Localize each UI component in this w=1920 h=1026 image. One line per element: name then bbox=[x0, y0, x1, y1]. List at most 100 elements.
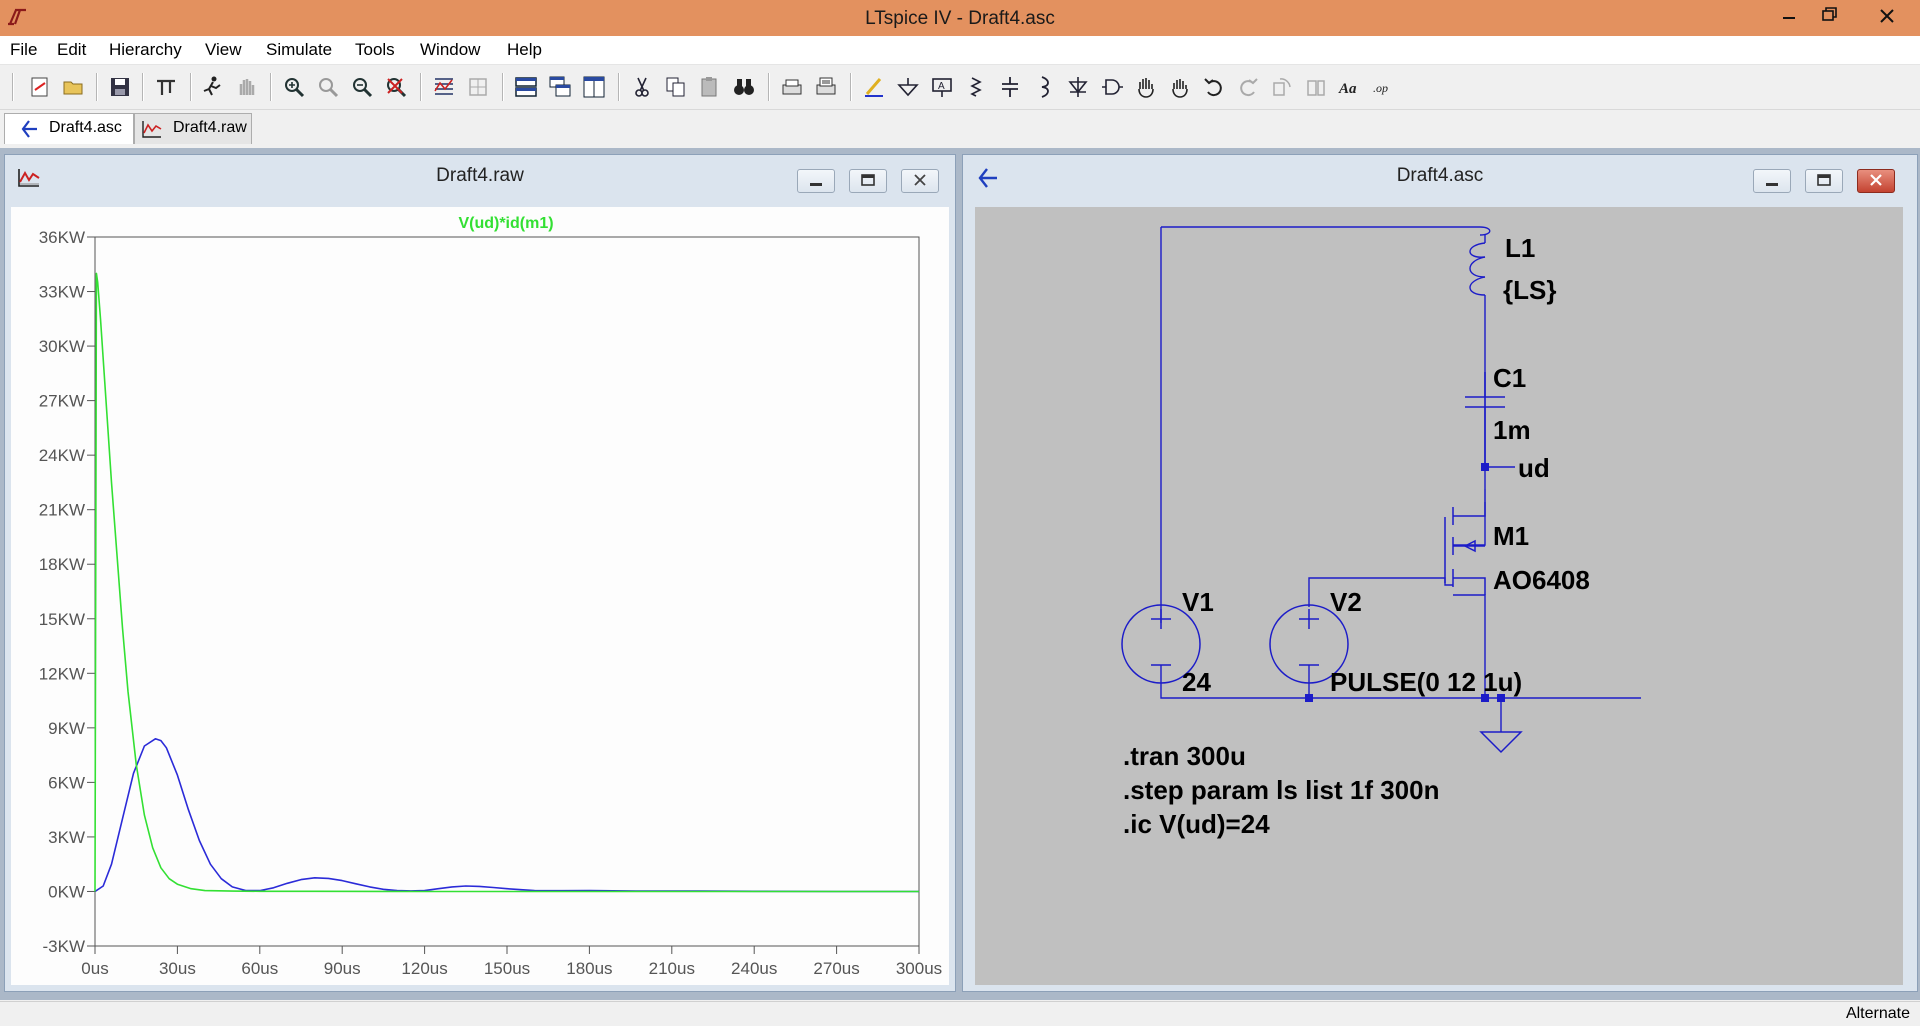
x-tick-label: 120us bbox=[401, 959, 447, 978]
schematic-canvas[interactable]: L1 {LS} C1 1m ud M1 AO6408 V1 24 V2 PULS… bbox=[975, 207, 1903, 985]
grid-icon[interactable] bbox=[466, 75, 490, 99]
M1-name[interactable]: M1 bbox=[1493, 521, 1529, 551]
L1-value[interactable]: {LS} bbox=[1503, 275, 1556, 305]
schematic-drawing[interactable]: L1 {LS} C1 1m ud M1 AO6408 V1 24 V2 PULS… bbox=[975, 207, 1903, 985]
x-tick-label: 30us bbox=[159, 959, 196, 978]
V2-name[interactable]: V2 bbox=[1330, 587, 1362, 617]
trace-blue[interactable] bbox=[94, 737, 919, 893]
V2-value[interactable]: PULSE(0 12 1u) bbox=[1330, 667, 1522, 697]
component-icon[interactable] bbox=[1100, 75, 1124, 99]
menu-file[interactable]: File bbox=[10, 40, 37, 60]
ground-symbol[interactable] bbox=[1479, 731, 1523, 754]
open-folder-icon[interactable] bbox=[62, 75, 86, 99]
waveform-minimize-button[interactable] bbox=[797, 169, 835, 193]
x-tick-label: 60us bbox=[241, 959, 278, 978]
new-schematic-icon[interactable] bbox=[28, 75, 52, 99]
waveform-plot[interactable]: -3KW 0KW 3KW 6KW 9KW 12KW 15KW 18KW 21KW 24KW 27KW… bbox=[11, 207, 949, 985]
schematic-close-button[interactable] bbox=[1857, 169, 1895, 193]
halt-hand-icon[interactable] bbox=[234, 75, 258, 99]
drag-hand-icon[interactable] bbox=[1168, 75, 1192, 99]
tab-label: Draft4.raw bbox=[173, 119, 247, 136]
cut-icon[interactable] bbox=[630, 75, 654, 99]
redo-icon[interactable] bbox=[1236, 75, 1260, 99]
minimize-icon bbox=[1766, 183, 1778, 186]
copy-icon[interactable] bbox=[664, 75, 688, 99]
plot-frame bbox=[94, 236, 920, 947]
menu-view[interactable]: View bbox=[205, 40, 242, 60]
menu-hierarchy[interactable]: Hierarchy bbox=[109, 40, 182, 60]
inductor-icon[interactable] bbox=[1032, 75, 1056, 99]
find-binoculars-icon[interactable] bbox=[732, 75, 756, 99]
waveform-chart[interactable]: -3KW 0KW 3KW 6KW 9KW 12KW 15KW 18KW 21KW 24KW 27KW… bbox=[11, 207, 949, 985]
menu-help[interactable]: Help bbox=[507, 40, 542, 60]
V1-name[interactable]: V1 bbox=[1182, 587, 1214, 617]
schematic-window[interactable]: Draft4.asc L1 {LS} C1 1m ud M1 AO6408 V1… bbox=[962, 154, 1918, 992]
restore-button[interactable] bbox=[1806, 0, 1850, 32]
control-panel-icon[interactable] bbox=[154, 75, 178, 99]
print-setup-icon[interactable] bbox=[780, 75, 804, 99]
directive-step[interactable]: .step param ls list 1f 300n bbox=[1123, 775, 1439, 805]
minimize-icon bbox=[810, 183, 822, 186]
menu-tools[interactable]: Tools bbox=[355, 40, 395, 60]
mirror-icon[interactable] bbox=[1304, 75, 1328, 99]
directive-tran[interactable]: .tran 300u bbox=[1123, 741, 1246, 771]
menu-edit[interactable]: Edit bbox=[57, 40, 86, 60]
wires[interactable] bbox=[1160, 226, 1641, 732]
zoom-in-icon[interactable] bbox=[282, 75, 306, 99]
move-hand-icon[interactable] bbox=[1134, 75, 1158, 99]
cascade-icon[interactable] bbox=[548, 75, 572, 99]
directive-ic[interactable]: .ic V(ud)=24 bbox=[1123, 809, 1270, 839]
waveform-window[interactable]: Draft4.raw -3KW 0KW 3KW 6KW 9KW 12KW 15KW 18KW 2… bbox=[4, 154, 956, 992]
tab-draft4-asc[interactable]: Draft4.asc bbox=[4, 113, 134, 144]
y-tick-label: 12KW bbox=[39, 664, 85, 683]
L1-name[interactable]: L1 bbox=[1505, 233, 1535, 263]
C1-name[interactable]: C1 bbox=[1493, 363, 1526, 393]
y-tick-label: 24KW bbox=[39, 446, 85, 465]
trace-green[interactable] bbox=[94, 272, 919, 893]
M1-value[interactable]: AO6408 bbox=[1493, 565, 1590, 595]
tile-vertical-icon[interactable] bbox=[582, 75, 606, 99]
menu-window[interactable]: Window bbox=[420, 40, 480, 60]
minimize-button[interactable] bbox=[1766, 0, 1810, 32]
zoom-fit-icon[interactable] bbox=[384, 75, 408, 99]
waveform-maximize-button[interactable] bbox=[849, 169, 887, 193]
capacitor-icon[interactable] bbox=[998, 75, 1022, 99]
waveform-close-button[interactable] bbox=[901, 169, 939, 193]
label-net-icon[interactable]: A bbox=[930, 75, 954, 99]
y-tick-label: 3KW bbox=[48, 828, 85, 847]
inductor-L1[interactable] bbox=[1469, 235, 1486, 307]
net-label-ud[interactable]: ud bbox=[1518, 453, 1550, 483]
print-icon[interactable] bbox=[814, 75, 838, 99]
text-icon[interactable]: Aa bbox=[1338, 75, 1362, 99]
schematic-maximize-button[interactable] bbox=[1805, 169, 1843, 193]
trace-label[interactable]: V(ud)*id(m1) bbox=[458, 215, 553, 232]
autorange-icon[interactable] bbox=[432, 75, 456, 99]
document-tab-bar: Draft4.asc Draft4.raw bbox=[0, 110, 1920, 146]
close-icon bbox=[914, 174, 926, 186]
paste-icon[interactable] bbox=[698, 75, 722, 99]
ground-icon[interactable] bbox=[896, 75, 920, 99]
rotate-icon[interactable] bbox=[1270, 75, 1294, 99]
y-tick-label: 15KW bbox=[39, 610, 85, 629]
y-tick-label: 30KW bbox=[39, 337, 85, 356]
tile-horizontal-icon[interactable] bbox=[514, 75, 538, 99]
junction-dot bbox=[1481, 463, 1489, 471]
spice-directive-icon[interactable]: .op bbox=[1372, 75, 1396, 99]
mosfet-M1[interactable] bbox=[1444, 489, 1486, 595]
V1-value[interactable]: 24 bbox=[1182, 667, 1211, 697]
title-bar: LTspice IV - Draft4.asc bbox=[0, 0, 1920, 36]
close-button[interactable] bbox=[1858, 0, 1916, 32]
undo-icon[interactable] bbox=[1202, 75, 1226, 99]
zoom-out-icon[interactable] bbox=[350, 75, 374, 99]
tab-draft4-raw[interactable]: Draft4.raw bbox=[134, 113, 252, 144]
save-icon[interactable] bbox=[108, 75, 132, 99]
toolbar: A Aa .op bbox=[0, 65, 1920, 110]
C1-value[interactable]: 1m bbox=[1493, 415, 1531, 445]
run-icon[interactable] bbox=[200, 75, 224, 99]
zoom-pan-icon[interactable] bbox=[316, 75, 340, 99]
resistor-icon[interactable] bbox=[964, 75, 988, 99]
menu-simulate[interactable]: Simulate bbox=[266, 40, 332, 60]
draw-wire-icon[interactable] bbox=[862, 75, 886, 99]
diode-icon[interactable] bbox=[1066, 75, 1090, 99]
schematic-minimize-button[interactable] bbox=[1753, 169, 1791, 193]
